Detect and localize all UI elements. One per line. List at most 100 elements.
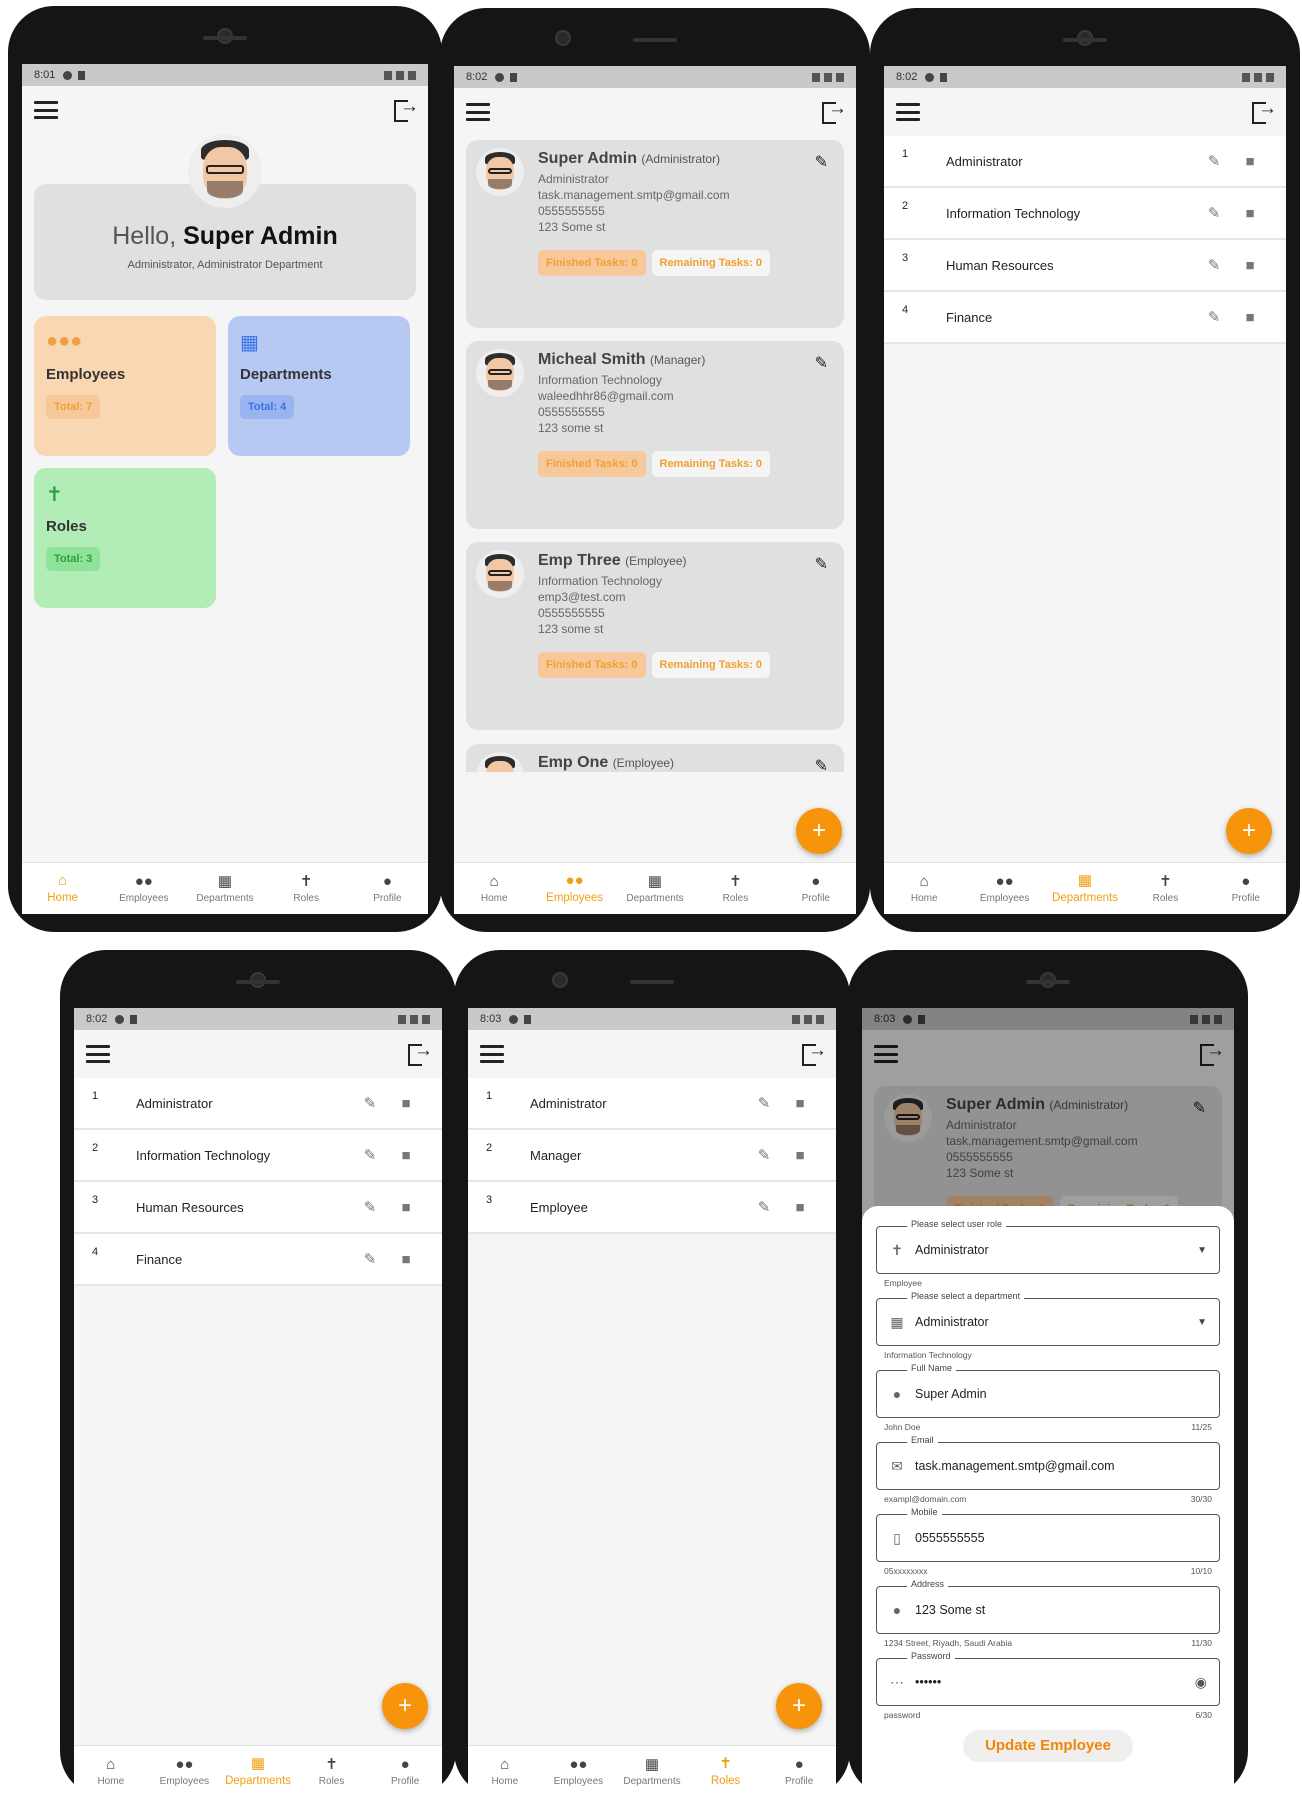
edit-icon[interactable]: ✎ (1196, 308, 1232, 326)
logout-icon[interactable] (408, 1040, 433, 1066)
nav-home[interactable]: ⌂ Home (454, 863, 534, 914)
departments-icon: ▦ (240, 332, 259, 354)
edit-icon[interactable]: ✎ (352, 1250, 388, 1268)
add-department-button[interactable]: + (1226, 808, 1272, 854)
nav-roles[interactable]: ✝ Roles (1125, 863, 1205, 914)
mobile-input[interactable]: Mobile ▯ 0555555555 (876, 1507, 1220, 1562)
nav-profile[interactable]: ● Profile (368, 1746, 442, 1797)
logout-icon[interactable] (822, 98, 847, 124)
full-name-input[interactable]: Full Name ● Super Admin (876, 1363, 1220, 1418)
employee-card[interactable]: Super Admin (Administrator) Administrato… (466, 140, 844, 328)
nav-employees[interactable]: ●● Employees (148, 1746, 222, 1797)
edit-icon[interactable]: ✎ (1196, 204, 1232, 222)
building-icon: ▦ (647, 872, 663, 890)
menu-icon[interactable] (480, 1045, 504, 1063)
menu-icon[interactable] (86, 1045, 110, 1063)
department-row[interactable]: 4 Finance ✎ ■ (74, 1234, 442, 1286)
employee-card[interactable]: Emp One (Employee) ✎ (466, 744, 844, 772)
role-row[interactable]: 1 Administrator ✎ ■ (468, 1078, 836, 1130)
departments-tile[interactable]: ▦ Departments Total: 4 (228, 316, 410, 456)
delete-icon[interactable]: ■ (1232, 153, 1268, 170)
delete-icon[interactable]: ■ (1232, 309, 1268, 326)
nav-departments[interactable]: ▦ Departments (1045, 863, 1125, 914)
nav-profile[interactable]: ● Profile (776, 863, 856, 914)
department-row[interactable]: 2 Information Technology ✎ ■ (74, 1130, 442, 1182)
department-row[interactable]: 1 Administrator ✎ ■ (884, 136, 1286, 188)
menu-icon[interactable] (34, 101, 58, 119)
nav-roles[interactable]: ✝ Roles (266, 863, 347, 914)
nav-employees[interactable]: ●● Employees (103, 863, 184, 914)
nav-home[interactable]: ⌂ Home (74, 1746, 148, 1797)
edit-icon[interactable]: ✎ (1196, 152, 1232, 170)
delete-icon[interactable]: ■ (782, 1199, 818, 1216)
edit-icon[interactable]: ✎ (746, 1094, 782, 1112)
delete-icon[interactable]: ■ (1232, 205, 1268, 222)
delete-icon[interactable]: ■ (388, 1095, 424, 1112)
delete-icon[interactable]: ■ (388, 1147, 424, 1164)
nav-departments[interactable]: ▦ Departments (184, 863, 265, 914)
edit-icon[interactable]: ✎ (1196, 256, 1232, 274)
edit-employee-screen: 8:03 Super Admin (Administrator) Adminis… (862, 1008, 1234, 1797)
department-row[interactable]: 2 Information Technology ✎ ■ (884, 188, 1286, 240)
nav-roles[interactable]: ✝ Roles (695, 863, 775, 914)
menu-icon[interactable] (466, 103, 490, 121)
nav-departments[interactable]: ▦ Departments (615, 863, 695, 914)
nav-departments-label: Departments (225, 1775, 291, 1787)
edit-icon[interactable]: ✎ (815, 152, 828, 172)
nav-employees[interactable]: ●● Employees (964, 863, 1044, 914)
add-department-button[interactable]: + (382, 1683, 428, 1729)
logout-icon[interactable] (394, 96, 419, 122)
add-employee-button[interactable]: + (796, 808, 842, 854)
edit-icon[interactable]: ✎ (352, 1198, 388, 1216)
nav-roles[interactable]: ✝ Roles (689, 1746, 763, 1797)
nav-profile[interactable]: ● Profile (1206, 863, 1286, 914)
edit-icon[interactable]: ✎ (352, 1146, 388, 1164)
roles-tile[interactable]: ✝ Roles Total: 3 (34, 468, 216, 608)
department-select[interactable]: Please select a department ▦ Administrator… (876, 1291, 1220, 1346)
department-list: 1 Administrator ✎ ■ 2 Information Technology… (74, 1078, 442, 1286)
nav-profile[interactable]: ● Profile (347, 863, 428, 914)
eye-icon[interactable]: ◉ (1195, 1674, 1207, 1691)
edit-icon[interactable]: ✎ (815, 554, 828, 574)
role-row[interactable]: 2 Manager ✎ ■ (468, 1130, 836, 1182)
edit-icon[interactable]: ✎ (815, 756, 828, 772)
update-employee-button[interactable]: Update Employee (963, 1730, 1133, 1762)
nav-home[interactable]: ⌂ Home (884, 863, 964, 914)
edit-icon[interactable]: ✎ (815, 353, 828, 373)
delete-icon[interactable]: ■ (782, 1147, 818, 1164)
employee-card[interactable]: Micheal Smith (Manager) Information Tech… (466, 341, 844, 529)
password-input[interactable]: Password ⋯ •••••• ◉ (876, 1651, 1220, 1706)
building-icon: ▦ (644, 1755, 660, 1773)
address-input[interactable]: Address ● 123 Some st (876, 1579, 1220, 1634)
edit-icon[interactable]: ✎ (352, 1094, 388, 1112)
delete-icon[interactable]: ■ (1232, 257, 1268, 274)
employee-address: 123 some st (538, 421, 604, 435)
edit-icon[interactable]: ✎ (746, 1198, 782, 1216)
employee-card[interactable]: Emp Three (Employee) Information Technol… (466, 542, 844, 730)
delete-icon[interactable]: ■ (388, 1251, 424, 1268)
nav-employees[interactable]: ●● Employees (534, 863, 614, 914)
add-role-button[interactable]: + (776, 1683, 822, 1729)
department-row[interactable]: 3 Human Resources ✎ ■ (74, 1182, 442, 1234)
edit-icon[interactable]: ✎ (746, 1146, 782, 1164)
department-row[interactable]: 4 Finance ✎ ■ (884, 292, 1286, 344)
department-row[interactable]: 3 Human Resources ✎ ■ (884, 240, 1286, 292)
nav-home[interactable]: ⌂ Home (468, 1746, 542, 1797)
role-row[interactable]: 3 Employee ✎ ■ (468, 1182, 836, 1234)
nav-departments[interactable]: ▦ Departments (221, 1746, 295, 1797)
nav-departments[interactable]: ▦ Departments (615, 1746, 689, 1797)
email-input[interactable]: Email ✉ task.management.smtp@gmail.com (876, 1435, 1220, 1490)
delete-icon[interactable]: ■ (782, 1095, 818, 1112)
menu-icon[interactable] (896, 103, 920, 121)
address-value: 123 Some st (915, 1603, 986, 1617)
logout-icon[interactable] (802, 1040, 827, 1066)
nav-employees[interactable]: ●● Employees (542, 1746, 616, 1797)
nav-home[interactable]: ⌂ Home (22, 863, 103, 914)
logout-icon[interactable] (1252, 98, 1277, 124)
role-select[interactable]: Please select user role ✝ Administrator ▼ (876, 1219, 1220, 1274)
employees-tile[interactable]: ●●● Employees Total: 7 (34, 316, 216, 456)
department-row[interactable]: 1 Administrator ✎ ■ (74, 1078, 442, 1130)
delete-icon[interactable]: ■ (388, 1199, 424, 1216)
nav-profile[interactable]: ● Profile (762, 1746, 836, 1797)
nav-roles[interactable]: ✝ Roles (295, 1746, 369, 1797)
